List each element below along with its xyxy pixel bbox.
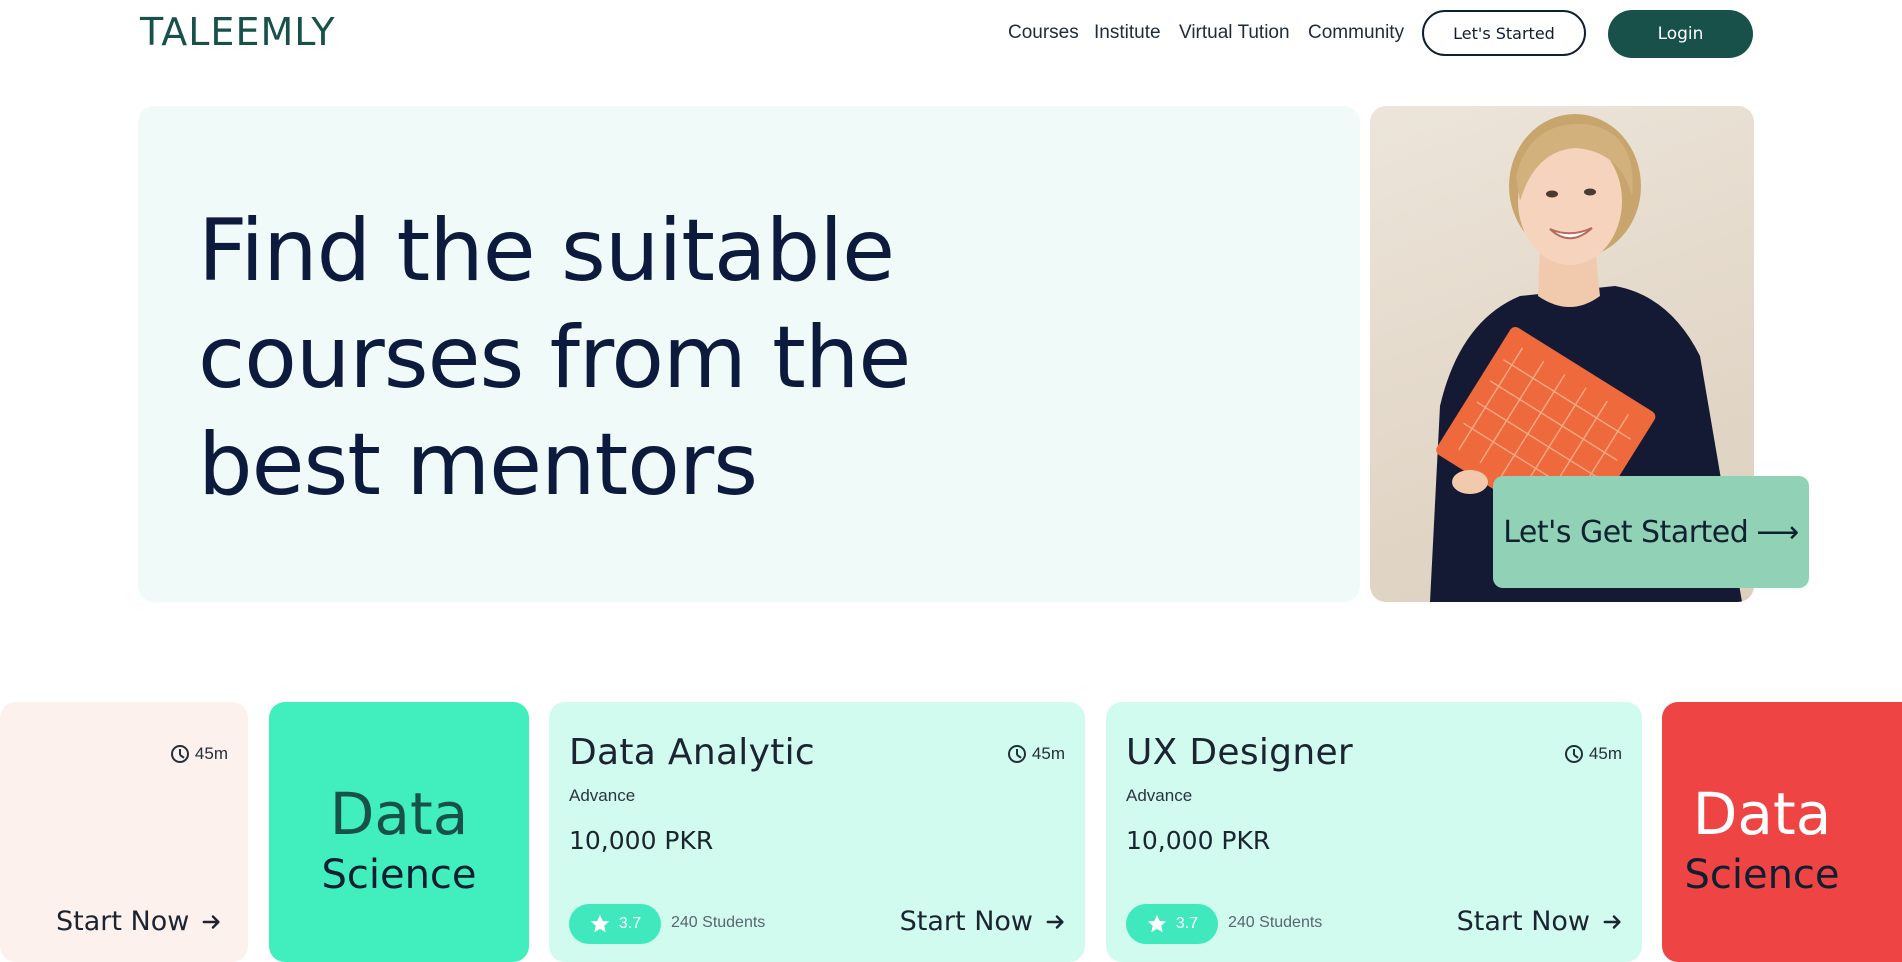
course-card-partial[interactable]: 45m Start Now <box>0 702 248 962</box>
start-now-link[interactable]: Start Now <box>1457 906 1624 937</box>
promo-word-data: Data <box>329 780 469 848</box>
star-icon <box>590 914 610 933</box>
duration: 45m <box>1564 744 1622 764</box>
course-level: Advance <box>1126 786 1193 805</box>
course-level: Advance <box>569 786 636 805</box>
hero-title-line: Find the suitable <box>198 201 895 301</box>
duration-value: 45m <box>1031 744 1065 763</box>
rating-value: 3.7 <box>618 915 642 932</box>
nav-item-community[interactable]: Community <box>1308 22 1404 44</box>
start-now-label: Start Now <box>1456 906 1590 937</box>
lets-started-button[interactable]: Let's Started <box>1422 10 1586 56</box>
duration: 45m <box>170 744 228 764</box>
course-card-ux-designer[interactable]: UX Designer 45m Advance 10,000 PKR 3.7 2… <box>1106 702 1642 962</box>
brand-logo[interactable]: TALEEMLY <box>140 10 336 54</box>
get-started-label: Let's Get Started <box>1503 514 1749 550</box>
start-now-link[interactable]: Start Now <box>900 906 1067 937</box>
hero-title: Find the suitable courses from the best … <box>198 198 1098 519</box>
course-title: Data Analytic <box>569 732 816 773</box>
arrow-right-icon <box>202 914 220 929</box>
promo-card-data-science-red[interactable]: Data Science <box>1662 702 1902 962</box>
clock-icon <box>1564 745 1583 763</box>
course-price: 10,000 PKR <box>1126 826 1271 855</box>
start-now-label: Start Now <box>899 906 1033 937</box>
star-icon <box>1147 914 1167 933</box>
hero-title-line: courses from the <box>198 308 911 408</box>
hero-title-line: best mentors <box>198 415 758 515</box>
course-card-data-analytic[interactable]: Data Analytic 45m Advance 10,000 PKR 3.7… <box>549 702 1085 962</box>
duration-value: 45m <box>1588 744 1622 763</box>
promo-word-data: Data <box>1692 780 1832 848</box>
login-button[interactable]: Login <box>1608 10 1753 58</box>
start-now-link[interactable]: Start Now <box>56 906 223 937</box>
nav-item-virtual-tution[interactable]: Virtual Tution <box>1179 22 1290 44</box>
student-count: 240 Students <box>671 914 766 931</box>
start-now-label: Start Now <box>56 906 190 937</box>
promo-word-science: Science <box>321 852 477 898</box>
duration: 45m <box>1007 744 1065 764</box>
promo-card-data-science[interactable]: Data Science <box>269 702 529 962</box>
duration-value: 45m <box>194 744 228 763</box>
arrow-right-icon <box>1046 914 1064 929</box>
course-title: UX Designer <box>1126 732 1353 773</box>
rating-badge: 3.7 <box>569 904 661 944</box>
nav-item-institute[interactable]: Institute <box>1094 22 1161 44</box>
course-price: 10,000 PKR <box>569 826 714 855</box>
clock-icon <box>1007 745 1026 763</box>
get-started-button[interactable]: Let's Get Started ⟶ <box>1493 476 1809 588</box>
arrow-right-icon <box>1603 914 1621 929</box>
arrow-right-icon: ⟶ <box>1756 514 1799 550</box>
clock-icon <box>170 745 189 763</box>
promo-word-science: Science <box>1684 852 1840 898</box>
student-count: 240 Students <box>1228 914 1323 931</box>
rating-badge: 3.7 <box>1126 904 1218 944</box>
nav-item-courses[interactable]: Courses <box>1008 22 1079 44</box>
rating-value: 3.7 <box>1175 915 1199 932</box>
